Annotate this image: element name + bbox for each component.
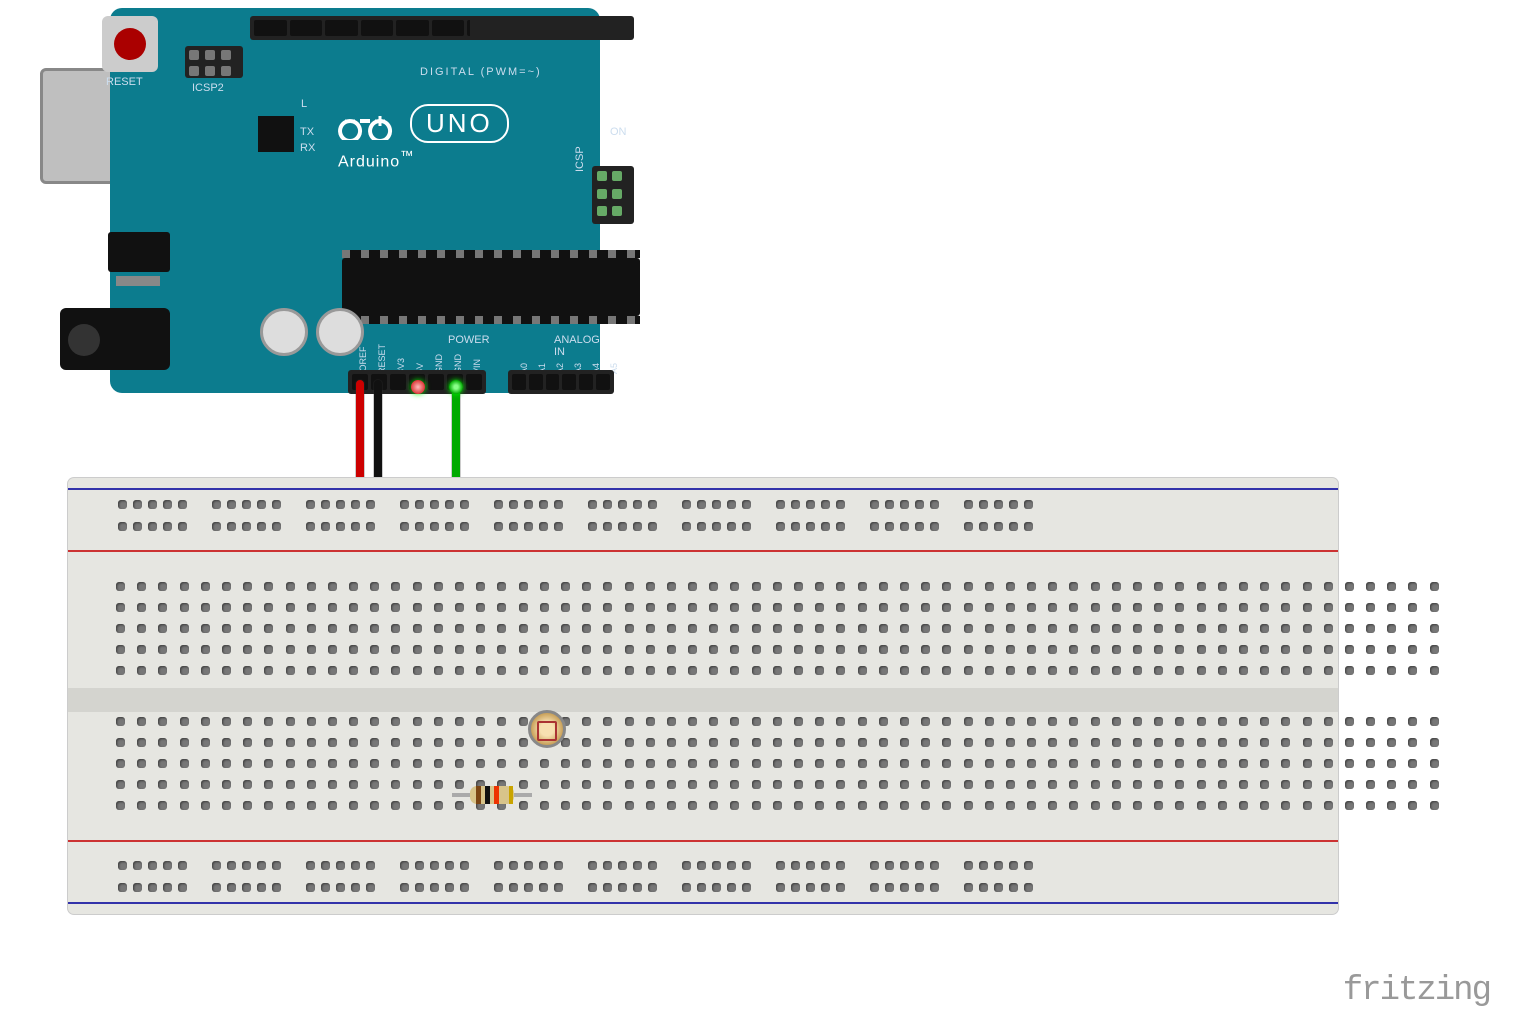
endpoint [449, 380, 463, 394]
photoresistor [528, 710, 566, 748]
endpoint [411, 380, 425, 394]
breadboard [68, 478, 1338, 914]
fritzing-diagram: DIGITAL (PWM=~) L TX RX ON UNO Arduino™ … [0, 0, 1518, 1024]
watermark: fritzing [1343, 972, 1490, 1010]
resistor [462, 786, 522, 804]
